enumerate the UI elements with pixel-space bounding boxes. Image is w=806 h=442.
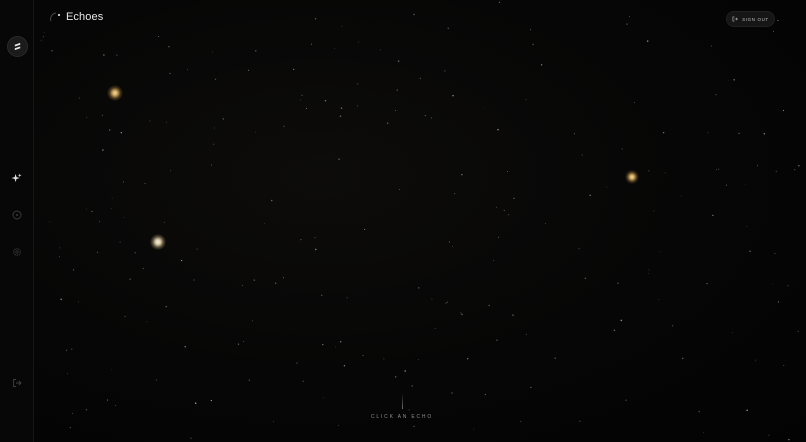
hint-divider [402,393,403,409]
starfield [33,0,806,442]
brand[interactable]: Echoes [48,10,103,24]
echo-orb[interactable] [150,234,166,250]
sign-out-button[interactable]: SIGN OUT [726,11,775,27]
echo-orb[interactable] [625,170,639,184]
app-title: Echoes [66,11,104,23]
sparkle-icon[interactable] [8,170,25,187]
sidebar [0,0,34,442]
echo-orb[interactable] [107,85,123,101]
click-echo-hint: CLICK AN ECHO [370,414,434,420]
logout-icon[interactable] [8,374,25,391]
settings-icon[interactable] [8,243,25,260]
sign-out-label: SIGN OUT [742,16,769,22]
background-stars [40,1,800,441]
sign-out-icon [732,16,739,22]
logo-icon[interactable] [7,36,28,57]
echo-logo-icon [48,10,62,24]
compass-icon[interactable] [8,206,25,223]
app-root: Echoes SIGN OUT CLICK AN ECHO [0,0,806,442]
